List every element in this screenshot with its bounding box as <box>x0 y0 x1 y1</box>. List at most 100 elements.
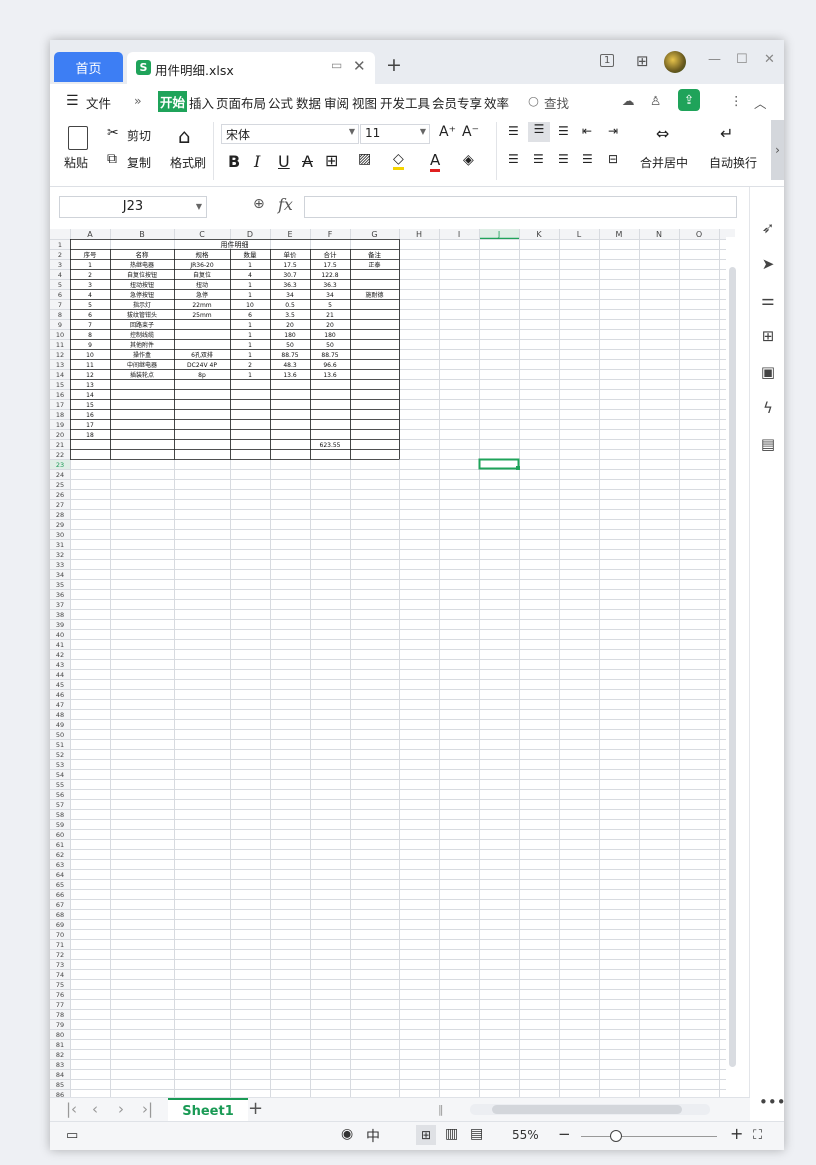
shrink-font-icon[interactable]: A⁻ <box>462 124 479 140</box>
menu-formula[interactable]: 公式 <box>268 93 293 112</box>
settings-sliders-icon[interactable]: ⚌ <box>759 291 777 309</box>
formula-input[interactable] <box>304 196 737 218</box>
menu-view[interactable]: 视图 <box>352 93 377 112</box>
font-name-select[interactable]: 宋体 ▼ <box>221 124 359 144</box>
distribute-icon[interactable]: ⊟ <box>608 152 618 166</box>
page-break-view-icon[interactable]: ▤ <box>470 1126 483 1142</box>
merge-center-icon[interactable]: ⇔ <box>656 124 669 143</box>
eraser-icon[interactable]: ◈ <box>463 152 474 168</box>
user-add-icon[interactable]: ♙ <box>650 93 661 108</box>
menu-developer[interactable]: 开发工具 <box>380 93 430 112</box>
ribbon-scroll-right-icon[interactable]: › <box>771 120 784 180</box>
new-tab-button[interactable]: + <box>386 54 402 76</box>
vertical-scrollbar[interactable] <box>726 237 738 1097</box>
maximize-icon[interactable]: ☐ <box>736 52 748 67</box>
borders-icon[interactable]: ⊞ <box>325 151 338 170</box>
menu-insert[interactable]: 插入 <box>189 93 214 112</box>
minimize-icon[interactable]: — <box>708 52 721 67</box>
add-sheet-button[interactable]: + <box>248 1098 263 1119</box>
decrease-indent-icon[interactable]: ⇤ <box>582 124 592 138</box>
align-bottom-icon[interactable]: ☰ <box>558 124 569 138</box>
strikethrough-button[interactable]: A <box>302 152 313 171</box>
pin-icon[interactable]: ▭ <box>331 58 342 72</box>
align-left-icon[interactable]: ☰ <box>508 152 519 166</box>
bold-button[interactable]: B <box>228 152 240 171</box>
page-layout-view-icon[interactable]: ▥ <box>445 1126 458 1142</box>
zoom-out-button[interactable]: − <box>558 1125 571 1143</box>
menu-member[interactable]: 会员专享 <box>432 93 482 112</box>
increase-indent-icon[interactable]: ⇥ <box>608 124 618 138</box>
more-horizontal-icon[interactable]: ••• <box>759 1093 784 1111</box>
split-handle-icon[interactable]: ‖ <box>438 1103 444 1116</box>
fill-handle[interactable] <box>516 466 520 470</box>
sheet-tab[interactable]: Sheet1 <box>168 1098 248 1122</box>
tab-home[interactable]: 首页 <box>54 52 123 82</box>
italic-button[interactable]: I <box>254 152 260 171</box>
paste-icon[interactable] <box>68 126 88 150</box>
copy-icon[interactable]: ⧉ <box>107 151 117 167</box>
horizontal-scroll-thumb[interactable] <box>492 1105 682 1114</box>
format-painter-button[interactable]: 格式刷 <box>170 154 206 171</box>
zoom-slider[interactable] <box>581 1136 717 1137</box>
wrap-text-icon[interactable]: ↵ <box>720 124 733 143</box>
underline-button[interactable]: U <box>278 152 290 171</box>
macro-icon[interactable]: ▭ <box>66 1128 78 1143</box>
tab-document[interactable]: S 用件明细.xlsx ▭ ✕ <box>127 52 375 84</box>
fullscreen-icon[interactable]: ⛶ <box>753 1128 762 1143</box>
align-middle-icon[interactable]: ☰ <box>528 122 550 142</box>
close-window-icon[interactable]: ✕ <box>764 52 775 67</box>
font-color-button[interactable]: A <box>430 151 441 172</box>
justify-icon[interactable]: ☰ <box>582 152 593 166</box>
name-box[interactable]: J23 ▼ <box>59 196 207 218</box>
format-painter-icon[interactable]: ⌂ <box>178 124 191 148</box>
copy-button[interactable]: 复制 <box>127 154 151 171</box>
zoom-in-button[interactable]: + <box>730 1124 743 1143</box>
selected-cell[interactable] <box>478 458 520 470</box>
input-method-icon[interactable]: 中 <box>366 1126 380 1146</box>
search-icon[interactable]: ○ <box>528 93 539 108</box>
menu-page-layout[interactable]: 页面布局 <box>216 93 266 112</box>
align-center-icon[interactable]: ☰ <box>533 152 544 166</box>
cloud-icon[interactable]: ☁ <box>622 93 635 108</box>
eye-protection-icon[interactable]: ◉ <box>341 1126 353 1142</box>
fill-style-icon[interactable]: ▨ <box>358 151 371 167</box>
close-tab-icon[interactable]: ✕ <box>353 57 366 75</box>
lightning-icon[interactable]: ϟ <box>759 399 777 417</box>
next-sheet-icon[interactable]: › <box>118 1100 124 1118</box>
zoom-search-icon[interactable]: ⊕ <box>253 196 265 212</box>
vertical-scroll-thumb[interactable] <box>729 267 736 1067</box>
menu-efficiency[interactable]: 效率 <box>484 93 509 112</box>
paste-button[interactable]: 粘贴 <box>64 154 88 171</box>
align-right-icon[interactable]: ☰ <box>558 152 569 166</box>
zoom-level[interactable]: 55% <box>512 1128 539 1142</box>
highlight-icon[interactable]: ◇ <box>393 151 404 170</box>
search-label[interactable]: 查找 <box>544 93 569 112</box>
menu-data[interactable]: 数据 <box>296 93 321 112</box>
share-icon[interactable]: ⇪ <box>678 89 700 111</box>
horizontal-scrollbar[interactable] <box>470 1104 710 1115</box>
merge-center-button[interactable]: 合并居中 <box>640 154 688 171</box>
fx-icon[interactable]: fx <box>278 195 293 214</box>
menu-file[interactable]: 文件 <box>86 93 111 112</box>
zoom-slider-knob[interactable] <box>610 1130 622 1142</box>
apps-grid-icon[interactable]: ⊞ <box>636 52 649 70</box>
align-top-icon[interactable]: ☰ <box>508 124 519 138</box>
spreadsheet-grid[interactable]: A B C D E F G H I J K L M N O 1 2 3 4 5 6 7 8 9 10 11 12 13 14 15 16 17… <box>50 229 735 1097</box>
avatar[interactable] <box>664 51 686 73</box>
prev-sheet-icon[interactable]: ‹ <box>92 1100 98 1118</box>
menu-review[interactable]: 审阅 <box>324 93 349 112</box>
cut-button[interactable]: 剪切 <box>127 127 151 144</box>
grid-canvas[interactable]: A B C D E F G H I J K L M N O1234567891011121314151617… <box>50 229 735 1097</box>
chevron-right-icon[interactable]: » <box>134 93 142 108</box>
grow-font-icon[interactable]: A⁺ <box>439 124 456 140</box>
normal-view-icon[interactable]: ⊞ <box>416 1125 436 1145</box>
rocket-icon[interactable]: ➶ <box>759 219 777 237</box>
window-layout-icon[interactable]: 1 <box>600 54 615 67</box>
table-tools-icon[interactable]: ⊞ <box>759 327 777 345</box>
cursor-icon[interactable]: ➤ <box>759 255 777 273</box>
chart-icon[interactable]: ▣ <box>759 363 777 381</box>
last-sheet-icon[interactable]: ›| <box>142 1100 153 1118</box>
font-size-select[interactable]: 11 ▼ <box>360 124 430 144</box>
scissors-icon[interactable]: ✂ <box>107 125 119 141</box>
wrap-text-button[interactable]: 自动换行 <box>709 154 757 171</box>
